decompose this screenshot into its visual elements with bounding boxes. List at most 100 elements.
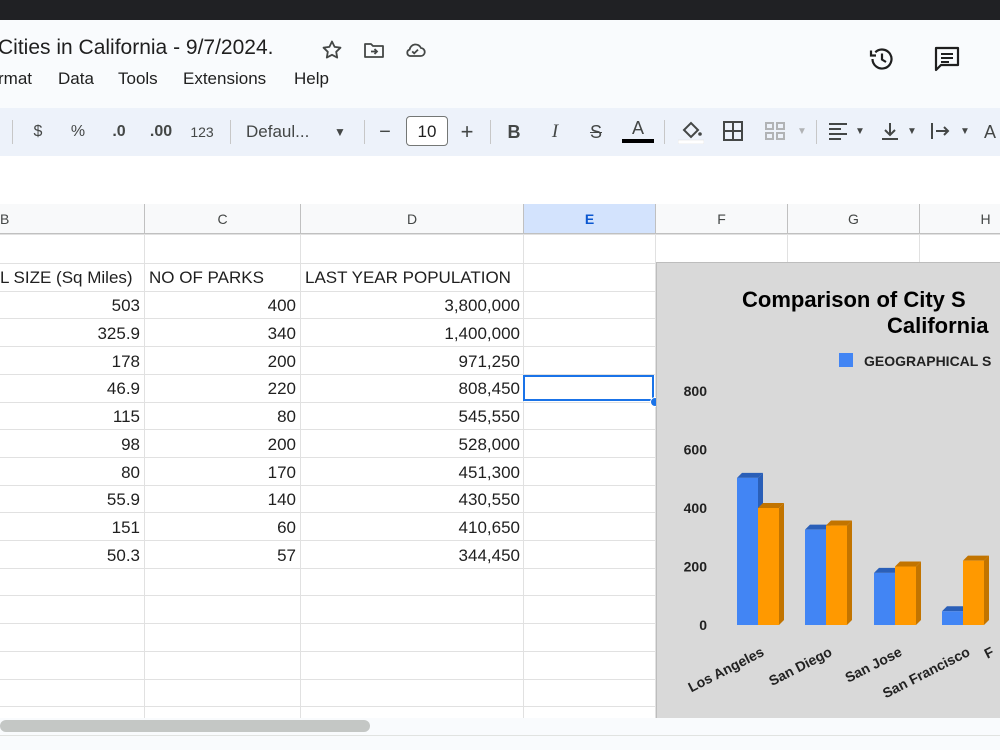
y-tick-label: 800 xyxy=(684,383,708,399)
y-tick-label: 0 xyxy=(699,617,707,633)
document-title[interactable]: Cities in California - 9/7/2024. xyxy=(0,36,273,60)
cell-d[interactable]: 430,550 xyxy=(301,486,520,513)
y-tick-label: 600 xyxy=(684,442,708,458)
cloud-status-icon[interactable] xyxy=(403,38,427,62)
merge-dropdown-arrow-icon[interactable]: ▼ xyxy=(795,108,809,156)
cell-d[interactable]: 3,800,000 xyxy=(301,292,520,319)
borders-icon[interactable] xyxy=(722,120,744,142)
font-family-select[interactable]: Defaul... xyxy=(246,108,322,156)
font-size-input[interactable]: 10 xyxy=(406,116,448,146)
bold-button[interactable]: B xyxy=(504,108,524,156)
cell-b[interactable]: 325.9 xyxy=(0,320,140,347)
bar xyxy=(805,529,826,625)
wrap-dropdown-arrow-icon[interactable]: ▼ xyxy=(958,108,972,156)
increase-decimal-button[interactable]: .00 xyxy=(146,108,176,156)
cell-b[interactable]: 503 xyxy=(0,292,140,319)
column-header-f[interactable]: F xyxy=(656,204,788,234)
cell-c[interactable]: 60 xyxy=(145,514,296,541)
cell-c[interactable]: 220 xyxy=(145,375,296,402)
cell-c[interactable]: 170 xyxy=(145,459,296,486)
bar-series2-1 xyxy=(826,520,852,625)
merge-cells-icon[interactable] xyxy=(764,120,786,142)
move-to-folder-icon[interactable] xyxy=(362,38,386,62)
vertical-align-icon[interactable] xyxy=(880,121,900,141)
cell-b[interactable]: 46.9 xyxy=(0,375,140,402)
cell-d[interactable]: 528,000 xyxy=(301,431,520,458)
decrease-decimal-button[interactable]: .0 xyxy=(106,108,132,156)
fill-color-icon[interactable] xyxy=(678,118,704,144)
decrease-font-size-button[interactable]: − xyxy=(376,108,394,156)
header-cell-parks[interactable]: NO OF PARKS xyxy=(149,264,299,291)
bar-series2-3 xyxy=(963,555,989,625)
comments-icon[interactable] xyxy=(932,44,962,74)
header-cell-population[interactable]: LAST YEAR POPULATION xyxy=(305,264,521,291)
menu-data[interactable]: Data xyxy=(58,69,94,89)
percent-button[interactable]: % xyxy=(68,108,88,156)
cell-b[interactable]: 178 xyxy=(0,348,140,375)
bar-side xyxy=(779,503,784,625)
selected-cell[interactable] xyxy=(523,375,654,401)
menu-help[interactable]: Help xyxy=(294,69,329,89)
embedded-chart[interactable]: Comparison of City S California GEOGRAPH… xyxy=(656,262,1000,719)
menu-tools[interactable]: Tools xyxy=(118,69,158,89)
column-header-d[interactable]: D xyxy=(301,204,524,234)
toolbar-divider xyxy=(364,120,365,144)
strikethrough-button[interactable]: S xyxy=(585,108,607,156)
currency-button[interactable]: $ xyxy=(28,108,48,156)
more-formats-button[interactable]: 123 xyxy=(188,108,216,156)
cell-b[interactable]: 50.3 xyxy=(0,542,140,569)
text-color-button[interactable]: A xyxy=(624,108,652,156)
version-history-icon[interactable] xyxy=(867,44,897,74)
font-dropdown-arrow-icon[interactable]: ▼ xyxy=(332,108,348,156)
cell-c[interactable]: 140 xyxy=(145,486,296,513)
cell-d[interactable]: 451,300 xyxy=(301,459,520,486)
cell-c[interactable]: 400 xyxy=(145,292,296,319)
menu-extensions[interactable]: Extensions xyxy=(183,69,266,89)
cell-b[interactable]: 80 xyxy=(0,459,140,486)
horizontal-scrollbar[interactable] xyxy=(0,720,370,732)
cell-c[interactable]: 80 xyxy=(145,403,296,430)
cell-b[interactable]: 98 xyxy=(0,431,140,458)
bar-series2-0 xyxy=(758,503,784,625)
star-icon[interactable] xyxy=(320,38,344,62)
cell-d[interactable]: 971,250 xyxy=(301,348,520,375)
text-rotation-icon[interactable]: A xyxy=(984,108,1000,156)
cell-d[interactable]: 545,550 xyxy=(301,403,520,430)
cell-d[interactable]: 344,450 xyxy=(301,542,520,569)
cell-d[interactable]: 808,450 xyxy=(301,375,520,402)
cell-c[interactable]: 340 xyxy=(145,320,296,347)
cell-d[interactable]: 1,400,000 xyxy=(301,320,520,347)
cell-c[interactable]: 200 xyxy=(145,431,296,458)
increase-font-size-button[interactable]: + xyxy=(457,108,477,156)
bottom-divider xyxy=(0,735,1000,736)
formula-bar-area xyxy=(0,156,1000,204)
column-header-g[interactable]: G xyxy=(788,204,920,234)
valign-dropdown-arrow-icon[interactable]: ▼ xyxy=(905,108,919,156)
cell-b[interactable]: 151 xyxy=(0,514,140,541)
chart-svg: Comparison of City S California GEOGRAPH… xyxy=(684,287,997,701)
column-header-h[interactable]: H xyxy=(920,204,1000,234)
bar xyxy=(895,566,916,625)
y-tick-label: 400 xyxy=(684,500,708,516)
cell-b[interactable]: 55.9 xyxy=(0,486,140,513)
text-wrapping-icon[interactable] xyxy=(930,121,952,141)
toolbar-divider xyxy=(12,120,13,144)
column-header-c[interactable]: C xyxy=(145,204,301,234)
chart-title-line1: Comparison of City S xyxy=(742,287,966,312)
x-category-label: San Diego xyxy=(766,643,834,688)
horizontal-align-icon[interactable] xyxy=(828,121,848,141)
cell-c[interactable]: 57 xyxy=(145,542,296,569)
grid-line xyxy=(0,234,1000,235)
column-header-b[interactable]: B xyxy=(0,204,145,234)
cell-d[interactable]: 410,650 xyxy=(301,514,520,541)
cell-b[interactable]: 115 xyxy=(0,403,140,430)
italic-button[interactable]: I xyxy=(545,108,565,156)
bar xyxy=(737,477,758,625)
cell-c[interactable]: 200 xyxy=(145,348,296,375)
column-header-e[interactable]: E xyxy=(524,204,656,234)
y-tick-label: 200 xyxy=(684,559,708,575)
halign-dropdown-arrow-icon[interactable]: ▼ xyxy=(853,108,867,156)
header-cell-size[interactable]: L SIZE (Sq Miles) xyxy=(0,264,142,291)
menu-format[interactable]: rmat xyxy=(0,69,32,89)
x-category-label: Los Angeles xyxy=(685,643,766,695)
